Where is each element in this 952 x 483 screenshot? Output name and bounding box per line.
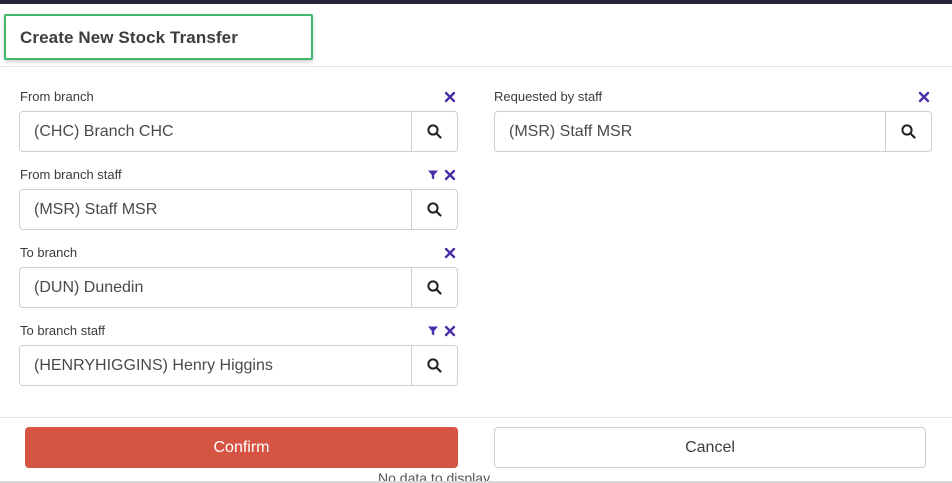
confirm-button[interactable]: Confirm xyxy=(25,427,458,468)
clear-requested-by-staff-icon[interactable] xyxy=(918,91,930,103)
to-branch-search-button[interactable] xyxy=(411,268,457,307)
cancel-button[interactable]: Cancel xyxy=(494,427,926,468)
search-icon xyxy=(427,358,442,373)
requested-by-staff-label: Requested by staff xyxy=(494,89,603,104)
filter-from-branch-staff-icon[interactable] xyxy=(427,169,439,181)
to-branch-value: (DUN) Dunedin xyxy=(34,279,144,296)
from-branch-staff-value: (MSR) Staff MSR xyxy=(34,201,158,218)
search-icon xyxy=(901,124,916,139)
dialog-title: Create New Stock Transfer xyxy=(20,28,238,47)
requested-by-staff-value: (MSR) Staff MSR xyxy=(509,123,633,140)
from-branch-staff-search-button[interactable] xyxy=(411,190,457,229)
from-branch-staff-lookup[interactable]: (MSR) Staff MSR xyxy=(19,189,458,230)
to-branch-staff-value: (HENRYHIGGINS) Henry Higgins xyxy=(34,357,273,374)
clear-to-branch-icon[interactable] xyxy=(444,247,456,259)
search-icon xyxy=(427,124,442,139)
to-branch-lookup[interactable]: (DUN) Dunedin xyxy=(19,267,458,308)
from-branch-label: From branch xyxy=(20,89,94,104)
clear-from-branch-staff-icon[interactable] xyxy=(444,169,456,181)
to-branch-staff-label: To branch staff xyxy=(20,323,106,338)
filter-to-branch-staff-icon[interactable] xyxy=(427,325,439,337)
dialog-header: Create New Stock Transfer xyxy=(0,4,952,67)
from-branch-value: (CHC) Branch CHC xyxy=(34,123,174,140)
from-branch-search-button[interactable] xyxy=(411,112,457,151)
clear-to-branch-staff-icon[interactable] xyxy=(444,325,456,337)
requested-by-staff-lookup[interactable]: (MSR) Staff MSR xyxy=(494,111,932,152)
from-branch-lookup[interactable]: (CHC) Branch CHC xyxy=(19,111,458,152)
to-branch-staff-search-button[interactable] xyxy=(411,346,457,385)
requested-by-staff-search-button[interactable] xyxy=(885,112,931,151)
underlay-empty-message: No data to display xyxy=(378,472,491,481)
to-branch-staff-lookup[interactable]: (HENRYHIGGINS) Henry Higgins xyxy=(19,345,458,386)
title-highlight-box: Create New Stock Transfer xyxy=(4,14,313,60)
from-branch-staff-label: From branch staff xyxy=(20,167,122,182)
to-branch-label: To branch xyxy=(20,245,78,260)
search-icon xyxy=(427,202,442,217)
search-icon xyxy=(427,280,442,295)
clear-from-branch-icon[interactable] xyxy=(444,91,456,103)
